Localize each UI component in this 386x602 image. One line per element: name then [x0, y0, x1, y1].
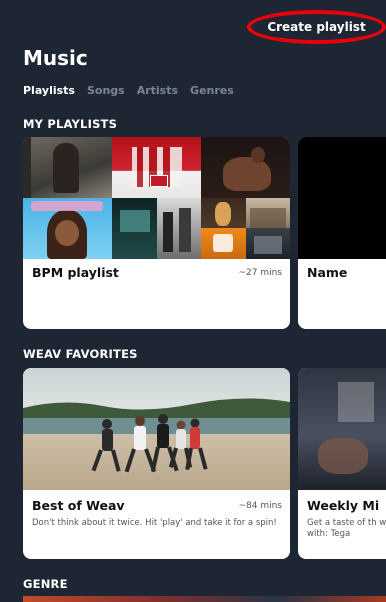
favorite-duration: ~84 mins — [238, 501, 282, 511]
favorite-description: Get a taste of th week with: Tega — [307, 518, 386, 539]
playlist-title: Name — [307, 265, 348, 280]
album-cover — [157, 198, 201, 259]
tab-songs[interactable]: Songs — [87, 84, 125, 97]
album-cover — [246, 228, 290, 259]
tab-bar: Playlists Songs Artists Genres — [23, 84, 234, 97]
favorite-card-weekly-mix[interactable]: Weekly Mi Get a taste of th week with: T… — [298, 368, 386, 559]
weekly-mix-image — [298, 368, 386, 490]
playlist-card-bpm[interactable]: BPM playlist ~27 mins — [23, 137, 290, 329]
beach-runners-image — [23, 368, 290, 490]
favorite-card-best-of-weav[interactable]: Best of Weav ~84 mins Don't think about … — [23, 368, 290, 559]
album-cover — [246, 198, 290, 228]
playlist-cover-mosaic — [23, 137, 290, 259]
section-title-my-playlists: MY PLAYLISTS — [23, 117, 118, 131]
playlist-cover-empty — [298, 137, 386, 259]
genre-row-preview — [23, 596, 386, 602]
tab-playlists[interactable]: Playlists — [23, 84, 75, 97]
section-title-weav-favorites: WEAV FAVORITES — [23, 347, 138, 361]
create-playlist-button[interactable]: Create playlist — [247, 10, 386, 44]
music-screen: Create playlist Music Playlists Songs Ar… — [0, 0, 386, 602]
favorite-description: Don't think about it twice. Hit 'play' a… — [32, 518, 277, 528]
album-cover — [201, 137, 290, 198]
tab-artists[interactable]: Artists — [137, 84, 178, 97]
playlist-duration: ~27 mins — [238, 268, 282, 278]
playlist-card-name[interactable]: Name — [298, 137, 386, 329]
favorite-title: Best of Weav — [32, 498, 125, 513]
album-cover — [112, 198, 157, 259]
album-cover — [201, 228, 246, 259]
album-cover — [23, 137, 112, 198]
playlist-title: BPM playlist — [32, 265, 119, 280]
tab-genres[interactable]: Genres — [190, 84, 234, 97]
favorite-title: Weekly Mi — [307, 498, 380, 513]
album-cover — [112, 137, 201, 198]
album-cover — [23, 198, 112, 259]
album-cover — [201, 198, 246, 228]
section-title-genre: GENRE — [23, 577, 68, 591]
page-title: Music — [23, 46, 88, 70]
